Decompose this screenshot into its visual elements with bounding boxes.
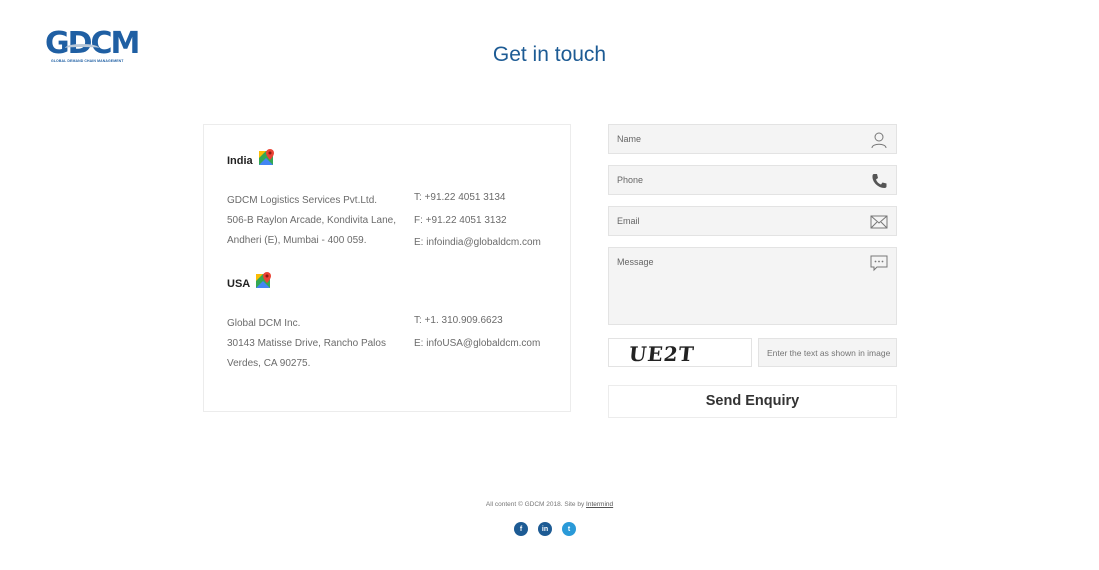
phone-icon [872,174,887,188]
usa-contacts: T: +1. 310.909.6623 E: infoUSA@globaldcm… [414,310,540,355]
region-title-india: India [227,155,253,167]
captcha-image: UE2T [608,338,752,367]
google-maps-icon[interactable] [255,271,273,289]
linkedin-icon[interactable]: in [538,522,552,536]
name-field[interactable]: Name [608,124,897,154]
email-link[interactable]: E: infoindia@globaldcm.com [414,232,541,255]
address-line: 506-B Raylon Arcade, Kondivita Lane, [227,215,396,226]
facebook-icon[interactable]: f [514,522,528,536]
send-enquiry-button[interactable]: Send Enquiry [608,385,897,418]
google-maps-icon[interactable] [258,148,276,166]
intermind-link[interactable]: Intermind [586,501,613,508]
address-line: GDCM Logistics Services Pvt.Ltd. [227,195,378,206]
message-field[interactable]: Message [608,247,897,325]
office-usa: USA [227,272,273,293]
region-title-usa: USA [227,278,251,290]
address-line: Verdes, CA 90275. [227,358,311,369]
chat-bubble-icon [870,255,888,272]
address-line: Andheri (E), Mumbai - 400 059. [227,235,367,246]
india-contacts: T: +91.22 4051 3134 F: +91.22 4051 3132 … [414,187,541,255]
usa-address: Global DCM Inc. 30143 Matisse Drive, Ran… [227,314,386,374]
captcha-input[interactable] [758,338,897,367]
phone-placeholder: Phone [617,175,644,185]
email-field[interactable]: Email [608,206,897,236]
envelope-icon [870,215,888,229]
copyright-text: All content © GDCM 2018. Site by [485,501,587,508]
message-placeholder: Message [617,257,654,267]
phone-field[interactable]: Phone [608,165,897,195]
office-address-card: India GDCM Logistics Services Pvt.Ltd. 5… [203,124,571,412]
phone-number[interactable]: T: +91.22 4051 3134 [414,187,541,210]
address-line: Global DCM Inc. [227,318,301,329]
footer-copyright: All content © GDCM 2018. Site by Intermi… [0,501,1099,508]
social-links: f in t [514,522,576,536]
address-line: 30143 Matisse Drive, Rancho Palos [227,338,386,349]
phone-number[interactable]: T: +1. 310.909.6623 [414,310,540,333]
fax-number: F: +91.22 4051 3132 [414,214,507,226]
twitter-icon[interactable]: t [562,522,576,536]
india-address: GDCM Logistics Services Pvt.Ltd. 506-B R… [227,191,396,251]
captcha-text: UE2T [627,342,696,366]
user-icon [871,132,887,149]
email-placeholder: Email [617,216,640,226]
name-placeholder: Name [617,134,642,144]
email-link[interactable]: E: infoUSA@globaldcm.com [414,333,540,356]
page-title: Get in touch [492,43,607,66]
office-india: India [227,149,276,170]
